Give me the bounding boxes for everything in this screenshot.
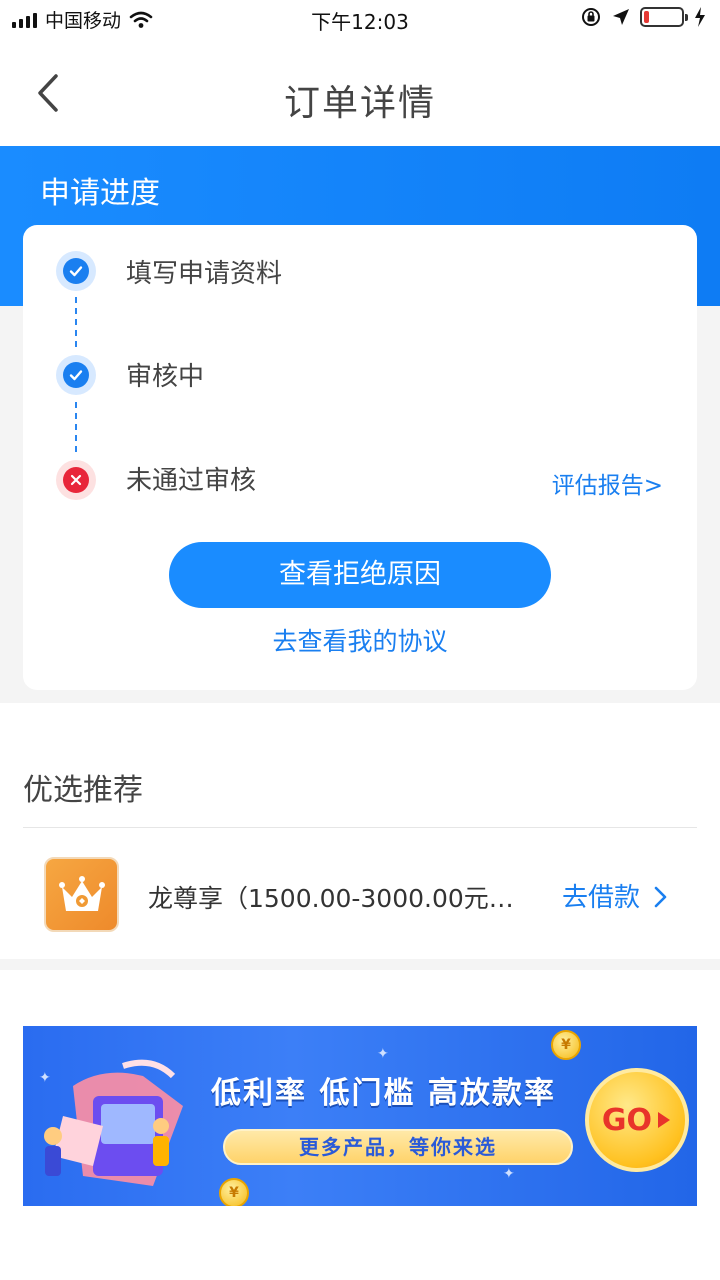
banner-subline: 更多产品，等你来选 — [223, 1129, 573, 1165]
go-button[interactable]: GO — [585, 1068, 689, 1172]
coin-icon: ¥ — [551, 1030, 581, 1060]
step-connector — [75, 297, 77, 347]
progress-step: 填写申请资料 — [23, 247, 697, 307]
step-label: 填写申请资料 — [126, 259, 283, 289]
view-agreement-link[interactable]: 去查看我的协议 — [23, 622, 697, 658]
crown-icon — [58, 875, 105, 911]
go-label: GO — [601, 1102, 653, 1138]
status-bar: 中国移动 下午12:03 — [0, 0, 720, 36]
check-circle-icon — [56, 355, 96, 395]
play-triangle-icon — [658, 1112, 671, 1128]
progress-section-title: 申请进度 — [40, 176, 160, 211]
sparkle-icon: ✦ — [39, 1070, 51, 1086]
promo-banner[interactable]: ✦ ✦ ✦ ¥ ¥ 低利率 低门槛 高放款率 更多产品，等你来选 GO — [23, 1026, 697, 1206]
status-right — [580, 6, 706, 28]
nav-bar: 订单详情 — [0, 36, 720, 146]
banner-illustration — [44, 1059, 183, 1186]
recommend-item[interactable]: 龙尊享（1500.00-3000.00元… 去借款 — [0, 843, 720, 943]
step-label: 审核中 — [126, 362, 205, 392]
battery-icon — [640, 7, 688, 27]
page-title: 订单详情 — [283, 83, 436, 124]
progress-step: 未通过审核 评估报告> — [23, 458, 697, 518]
charging-bolt-icon — [695, 7, 705, 27]
check-circle-icon — [56, 251, 96, 291]
product-logo — [44, 857, 119, 932]
banner-area: ✦ ✦ ✦ ¥ ¥ 低利率 低门槛 高放款率 更多产品，等你来选 GO — [0, 970, 720, 1280]
chevron-right-icon — [654, 886, 667, 908]
evaluation-report-link[interactable]: 评估报告> — [552, 466, 663, 500]
recommend-section: 优选推荐 龙尊享（1500.00-3000.00元… 去借款 — [0, 703, 720, 959]
step-label: 未通过审核 — [126, 466, 257, 496]
sparkle-icon: ✦ — [503, 1166, 515, 1182]
recommend-title: 优选推荐 — [23, 773, 143, 808]
borrow-link[interactable]: 去借款 — [562, 877, 640, 914]
divider — [23, 827, 697, 828]
step-connector — [75, 402, 77, 452]
location-arrow-icon — [613, 9, 629, 25]
error-circle-icon — [56, 460, 96, 500]
sparkle-icon: ✦ — [377, 1046, 389, 1062]
progress-card: 填写申请资料 审核中 未通过审核 评估报告> 查看拒绝原因 去查看我的协议 — [23, 225, 697, 690]
product-name: 龙尊享（1500.00-3000.00元… — [148, 884, 514, 913]
progress-step: 审核中 — [23, 352, 697, 412]
coin-icon: ¥ — [219, 1178, 249, 1206]
view-rejection-reason-button[interactable]: 查看拒绝原因 — [169, 542, 551, 608]
rotation-lock-icon — [582, 8, 600, 26]
banner-headline: 低利率 低门槛 高放款率 — [211, 1076, 556, 1111]
